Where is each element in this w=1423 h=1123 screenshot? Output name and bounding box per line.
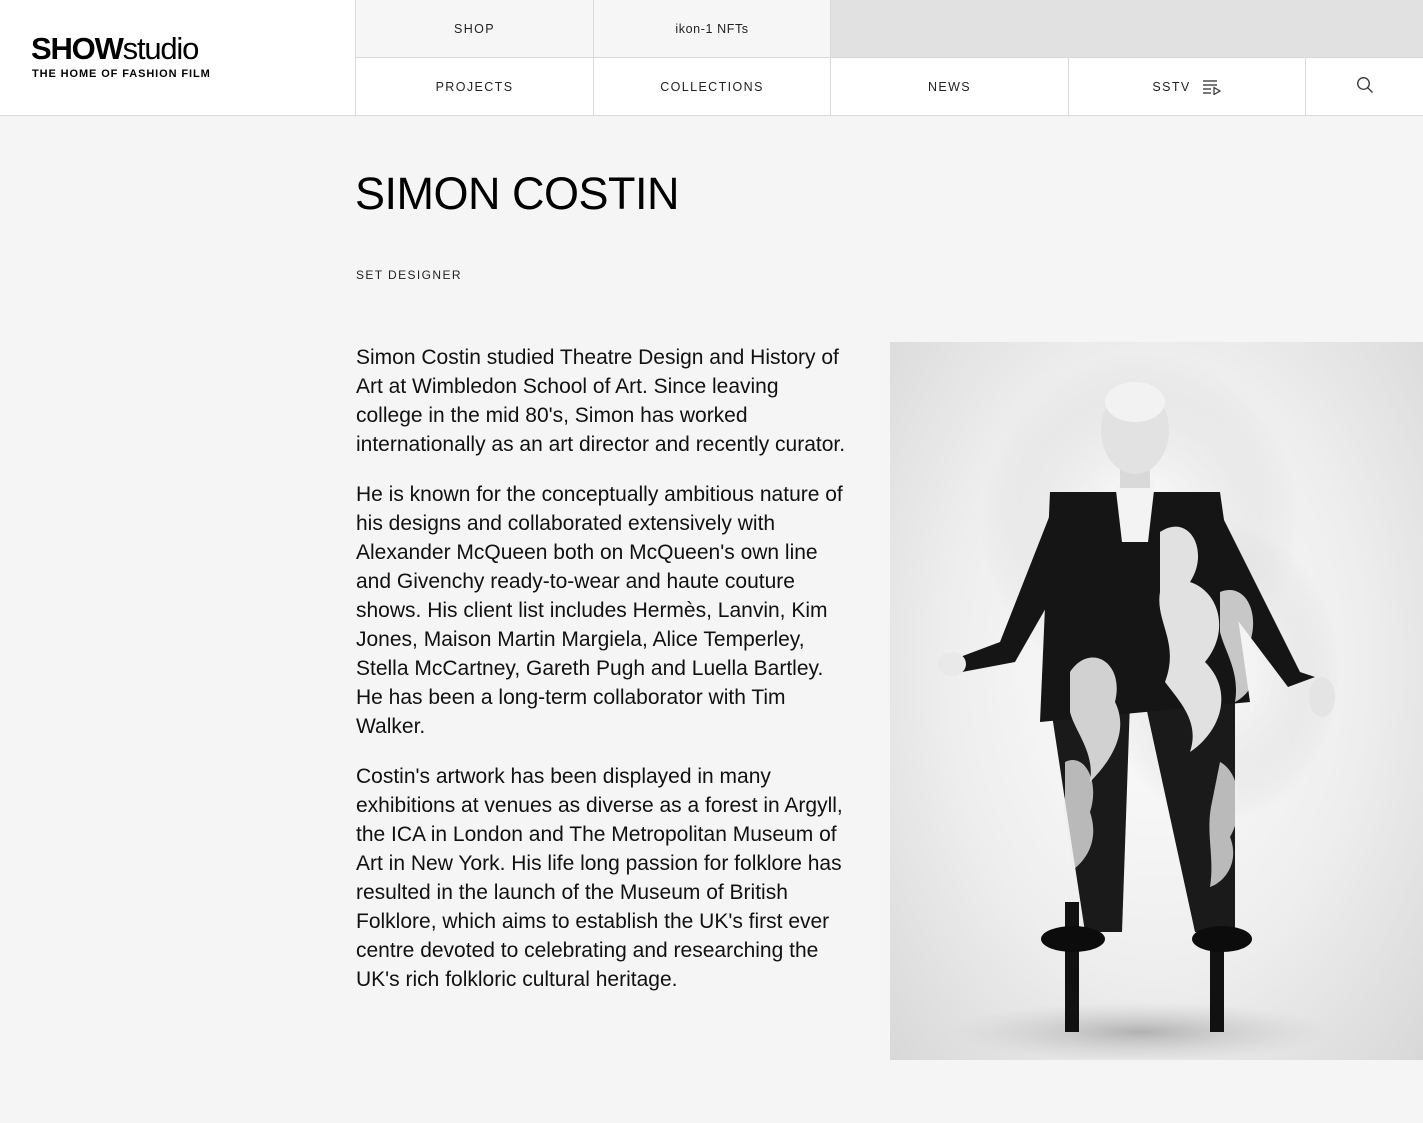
nav-top-filler (831, 0, 1423, 58)
nav-shop[interactable]: SHOP (356, 0, 594, 58)
search-button[interactable] (1306, 58, 1423, 115)
logo-wordmark-bold: SHOW (31, 31, 124, 66)
bio-paragraph: Simon Costin studied Theatre Design and … (356, 346, 846, 456)
bio-paragraph: Costin's artwork has been displayed in m… (356, 765, 843, 991)
bio-paragraph: He is known for the conceptually ambitio… (356, 483, 843, 738)
page-title: SIMON COSTIN (355, 168, 680, 219)
nav-news[interactable]: NEWS (831, 58, 1069, 115)
logo-wordmark: SHOWstudio (31, 31, 200, 66)
nav-collections[interactable]: COLLECTIONS (594, 58, 831, 115)
profile-portrait (890, 342, 1423, 1060)
nav-ikon-nfts[interactable]: ikon-1 NFTs (594, 0, 831, 58)
profile-role: SET DESIGNER (356, 268, 462, 282)
profile-bio: Simon Costin studied Theatre Design and … (356, 343, 848, 1015)
logo-wordmark-light: studio (122, 31, 200, 66)
nav-sstv[interactable]: SSTV (1069, 58, 1306, 115)
nav-projects[interactable]: PROJECTS (356, 58, 594, 115)
nav-sstv-label: SSTV (1152, 79, 1191, 94)
site-header: SHOWstudio THE HOME OF FASHION FILM SHOP… (0, 0, 1423, 116)
logo-tagline: THE HOME OF FASHION FILM (32, 68, 211, 80)
site-logo[interactable]: SHOWstudio THE HOME OF FASHION FILM (0, 0, 356, 115)
search-icon (1356, 76, 1374, 97)
profile-page: SIMON COSTIN SET DESIGNER Simon Costin s… (0, 116, 1423, 1123)
playlist-icon (1202, 79, 1222, 95)
